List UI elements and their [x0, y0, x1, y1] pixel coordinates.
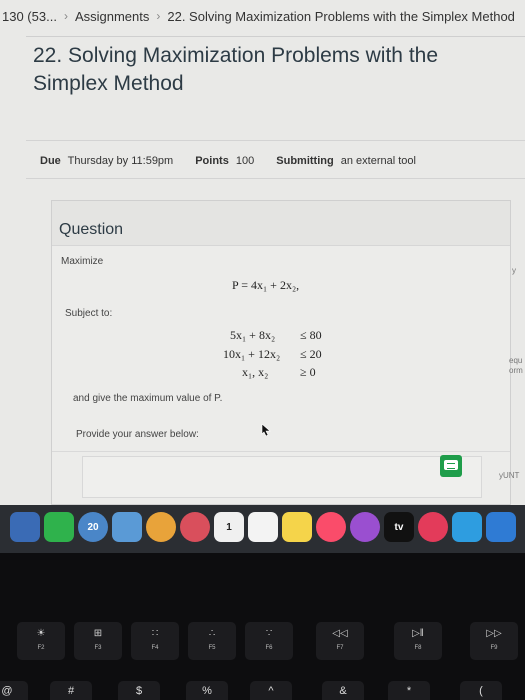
notification-badge: 20	[87, 521, 99, 533]
music-app-icon[interactable]	[180, 512, 210, 542]
breadcrumb: 130 (53... › Assignments › 22. Solving M…	[0, 0, 525, 32]
question-title: Question	[59, 221, 124, 238]
message-icon[interactable]	[440, 455, 462, 477]
f6-key[interactable]: ∵ F6	[245, 622, 293, 660]
page-title: 22. Solving Maximization Problems with t…	[33, 44, 439, 95]
due-label: Due	[40, 155, 61, 167]
f4-key[interactable]: ∷ F4	[131, 622, 179, 660]
edge-fragment: yUNT	[499, 471, 520, 480]
key-hash[interactable]: #	[50, 681, 92, 700]
brightness-icon: ☀	[36, 628, 46, 639]
mouse-cursor-icon	[261, 424, 271, 436]
photos-folder-icon[interactable]	[112, 512, 142, 542]
f3-label: F3	[94, 645, 102, 651]
breadcrumb-assignments-link[interactable]: Assignments	[75, 9, 149, 24]
chevron-right-icon: ›	[63, 9, 68, 23]
keyboard-bright-icon: ∵	[265, 628, 273, 639]
submitting-value: an external tool	[340, 155, 416, 167]
news-app-icon[interactable]	[418, 512, 448, 542]
constraint-3-rhs: ≥ 0	[300, 365, 316, 379]
f9-key[interactable]: ▷▷ F9	[470, 622, 518, 660]
answer-prompt: Provide your answer below:	[76, 429, 199, 440]
f4-label: F4	[151, 645, 159, 651]
key-paren[interactable]: (	[460, 681, 502, 700]
messages-app-icon[interactable]: 20	[78, 512, 108, 542]
divider	[52, 451, 510, 452]
f8-label: F8	[414, 645, 422, 651]
constraint-1-rhs: ≤ 80	[300, 328, 322, 342]
key-asterisk[interactable]: *	[388, 681, 430, 700]
key-ampersand[interactable]: &	[322, 681, 364, 700]
assignment-details: Due Thursday by 11:59pm Points 100 Submi…	[40, 155, 438, 167]
facetime-app-icon[interactable]	[44, 512, 74, 542]
key-at[interactable]: @	[0, 681, 28, 700]
fast-forward-icon: ▷▷	[486, 628, 502, 639]
numbers-app-icon[interactable]	[452, 512, 482, 542]
constraint-3-lhs: x₁, x₂	[242, 365, 269, 379]
submitting-label: Submitting	[276, 155, 334, 167]
f7-label: F7	[336, 645, 344, 651]
chevron-right-icon: ›	[156, 9, 161, 23]
play-pause-icon: ▷‖	[412, 628, 424, 639]
apple-tv-app-icon[interactable]: tv	[384, 512, 414, 542]
divider	[26, 140, 525, 141]
photos-app-icon[interactable]	[146, 512, 176, 542]
f2-label: F2	[37, 645, 45, 651]
tv-label: tv	[394, 521, 404, 533]
launchpad-icon: ∷	[151, 628, 159, 639]
browser-screen: 130 (53... › Assignments › 22. Solving M…	[0, 0, 525, 505]
dock: 20 1 tv	[0, 505, 525, 553]
constraint-2-lhs: 10x₁ + 12x₂	[223, 347, 281, 361]
edge-fragment: orm	[509, 366, 523, 375]
breadcrumb-course-link[interactable]: 130 (53...	[2, 9, 57, 24]
reminders-app-icon[interactable]	[248, 512, 278, 542]
question-header: Question	[52, 201, 510, 246]
key-percent[interactable]: %	[186, 681, 228, 700]
key-caret[interactable]: ^	[250, 681, 292, 700]
constraint-2-rhs: ≤ 20	[300, 347, 322, 361]
keynote-app-icon[interactable]	[486, 512, 516, 542]
points-value: 100	[235, 155, 255, 167]
f8-key[interactable]: ▷‖ F8	[394, 622, 442, 660]
due-value: Thursday by 11:59pm	[67, 155, 174, 167]
f7-key[interactable]: ◁◁ F7	[316, 622, 364, 660]
f5-label: F5	[208, 645, 216, 651]
notes-app-icon[interactable]	[282, 512, 312, 542]
f9-label: F9	[490, 645, 498, 651]
keyboard-dim-icon: ∴	[208, 628, 216, 639]
closing-text: and give the maximum value of P.	[73, 393, 223, 404]
f3-key[interactable]: ⊞ F3	[74, 622, 122, 660]
keyboard: ☀ F2 ⊞ F3 ∷ F4 ∴ F5 ∵ F6 ◁◁ F7 ▷‖ F8 ▷▷ F9 @ # $…	[0, 553, 525, 700]
preview-app-icon[interactable]	[10, 512, 40, 542]
podcasts-app-icon[interactable]	[350, 512, 380, 542]
mission-control-icon: ⊞	[93, 628, 103, 639]
f2-key[interactable]: ☀ F2	[17, 622, 65, 660]
itunes-app-icon[interactable]	[316, 512, 346, 542]
edge-fragment: equ	[509, 356, 523, 365]
subject-to-label: Subject to:	[65, 308, 113, 319]
divider	[26, 178, 525, 179]
rewind-icon: ◁◁	[332, 628, 348, 639]
calendar-app-icon[interactable]: 1	[214, 512, 244, 542]
divider	[26, 36, 525, 37]
points-label: Points	[195, 155, 229, 167]
calendar-day: 1	[226, 521, 232, 533]
constraint-1-lhs: 5x₁ + 8x₂	[230, 328, 276, 342]
objective-function: P = 4x₁ + 2x₂,	[232, 278, 300, 292]
answer-input[interactable]	[82, 456, 482, 498]
f5-key[interactable]: ∴ F5	[188, 622, 236, 660]
edge-fragment: y	[512, 266, 516, 275]
maximize-label: Maximize	[61, 256, 104, 267]
key-dollar[interactable]: $	[118, 681, 160, 700]
f6-label: F6	[265, 645, 273, 651]
breadcrumb-current: 22. Solving Maximization Problems with t…	[167, 8, 515, 24]
